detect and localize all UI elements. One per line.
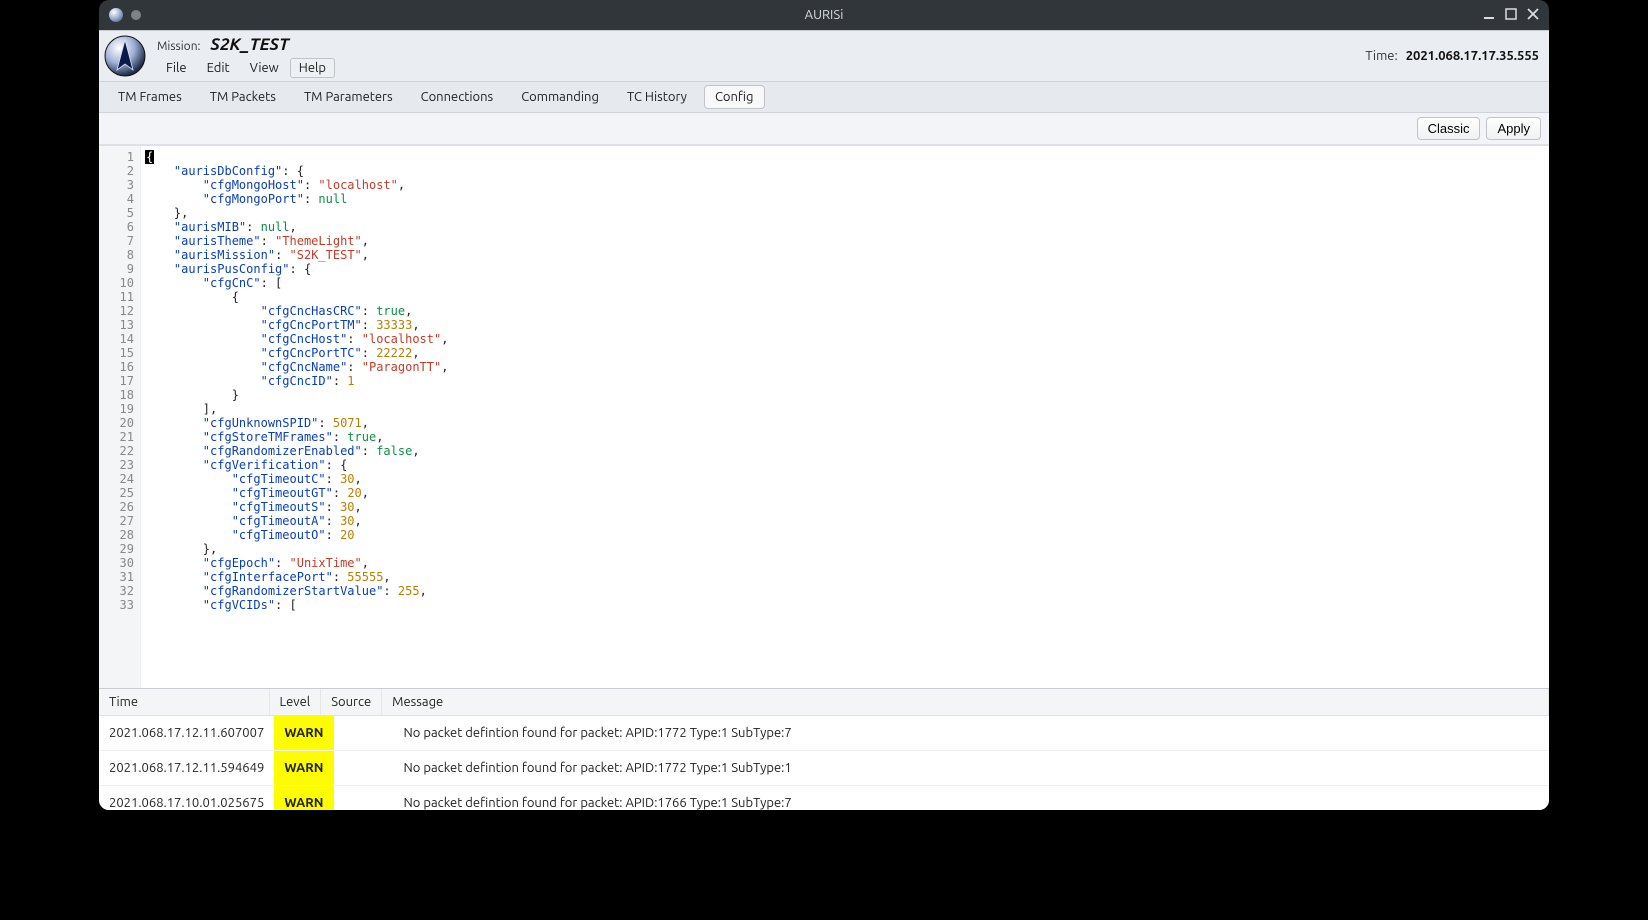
time-value: 2021.068.17.17.35.555 bbox=[1406, 49, 1539, 63]
menu-view[interactable]: View bbox=[241, 58, 288, 78]
menu-edit[interactable]: Edit bbox=[198, 58, 239, 78]
log-cell-time: 2021.068.17.12.11.594649 bbox=[99, 751, 274, 786]
log-header-level[interactable]: Level bbox=[269, 689, 321, 716]
log-cell-level: WARN bbox=[274, 786, 333, 811]
app-icon bbox=[109, 8, 123, 22]
tab-commanding[interactable]: Commanding bbox=[510, 85, 610, 109]
log-row[interactable]: 2021.068.17.12.11.594649WARN No packet de… bbox=[99, 751, 1549, 786]
main-tabbar: TM FramesTM PacketsTM ParametersConnecti… bbox=[99, 81, 1549, 113]
time-display: Time: 2021.068.17.17.35.555 bbox=[1365, 49, 1539, 63]
window-title: AURISi bbox=[99, 8, 1549, 22]
log-cell-level: WARN bbox=[274, 751, 333, 786]
editor-code[interactable]: { "aurisDbConfig": { "cfgMongoHost": "lo… bbox=[141, 146, 1549, 688]
log-header-time[interactable]: Time bbox=[99, 689, 269, 716]
tab-tm-packets[interactable]: TM Packets bbox=[199, 85, 287, 109]
wm-dot-icon bbox=[131, 10, 141, 20]
log-cell-message: No packet defintion found for packet: AP… bbox=[394, 786, 1550, 811]
minimize-icon[interactable] bbox=[1483, 8, 1495, 23]
log-cell-time: 2021.068.17.12.11.607007 bbox=[99, 716, 274, 751]
menu-file[interactable]: File bbox=[157, 58, 196, 78]
maximize-icon[interactable] bbox=[1505, 8, 1517, 23]
menubar: File Edit View Help bbox=[157, 58, 335, 78]
config-toolbar: Classic Apply bbox=[99, 113, 1549, 145]
tab-config[interactable]: Config bbox=[704, 85, 765, 109]
log-row[interactable]: 2021.068.17.10.01.025675WARN No packet de… bbox=[99, 786, 1549, 811]
log-cell-source bbox=[334, 716, 394, 751]
log-panel: Time Level Source Message 2021.068.17.12… bbox=[99, 688, 1549, 810]
time-label: Time: bbox=[1365, 49, 1397, 63]
app-logo-icon bbox=[103, 34, 147, 78]
log-cell-source bbox=[334, 786, 394, 811]
close-icon[interactable] bbox=[1527, 8, 1539, 23]
menu-help[interactable]: Help bbox=[290, 58, 335, 78]
mission-label: Mission: bbox=[157, 40, 201, 53]
log-row[interactable]: 2021.068.17.12.11.607007WARN No packet de… bbox=[99, 716, 1549, 751]
log-header-row: Time Level Source Message bbox=[99, 689, 1549, 716]
log-cell-source bbox=[334, 751, 394, 786]
log-header-source[interactable]: Source bbox=[321, 689, 382, 716]
window-titlebar: AURISi bbox=[99, 0, 1549, 30]
log-cell-message: No packet defintion found for packet: AP… bbox=[394, 716, 1550, 751]
mission-value: S2K_TEST bbox=[211, 35, 290, 54]
config-editor[interactable]: 1234567891011121314151617181920212223242… bbox=[99, 145, 1549, 688]
tab-tm-frames[interactable]: TM Frames bbox=[107, 85, 193, 109]
log-cell-time: 2021.068.17.10.01.025675 bbox=[99, 786, 274, 811]
classic-button[interactable]: Classic bbox=[1417, 117, 1481, 140]
log-cell-level: WARN bbox=[274, 716, 333, 751]
log-cell-message: No packet defintion found for packet: AP… bbox=[394, 751, 1550, 786]
tab-tc-history[interactable]: TC History bbox=[616, 85, 698, 109]
apply-button[interactable]: Apply bbox=[1486, 117, 1541, 140]
app-header: Mission: S2K_TEST File Edit View Help Ti… bbox=[99, 31, 1549, 81]
editor-gutter: 1234567891011121314151617181920212223242… bbox=[99, 146, 141, 688]
log-header-message[interactable]: Message bbox=[382, 689, 1549, 716]
tab-connections[interactable]: Connections bbox=[410, 85, 505, 109]
tab-tm-parameters[interactable]: TM Parameters bbox=[293, 85, 404, 109]
